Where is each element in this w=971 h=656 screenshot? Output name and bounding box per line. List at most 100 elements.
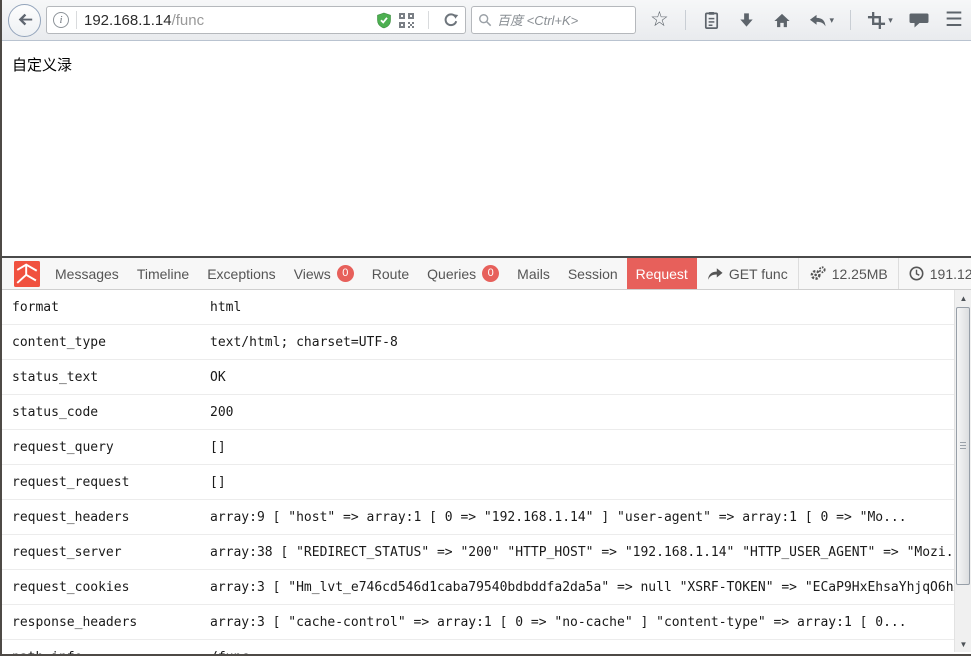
laravel-logo-icon[interactable] bbox=[14, 261, 40, 287]
tab-label: Views bbox=[294, 266, 331, 282]
scrollbar-down-icon[interactable]: ▼ bbox=[955, 636, 971, 652]
row-value: array:3 [ "Hm_lvt_e746cd546d1caba79540bd… bbox=[210, 580, 954, 595]
row-key: request_request bbox=[2, 475, 210, 490]
undo-icon[interactable] bbox=[808, 12, 827, 29]
row-key: request_query bbox=[2, 440, 210, 455]
url-text[interactable]: 192.168.1.14/func bbox=[84, 12, 376, 29]
clock-icon bbox=[909, 266, 924, 281]
tab-label: Messages bbox=[55, 266, 119, 282]
search-input[interactable] bbox=[497, 13, 629, 28]
row-key: status_text bbox=[2, 370, 210, 385]
row-value: array:9 [ "host" => array:1 [ 0 => "192.… bbox=[210, 510, 954, 525]
chat-bubble-icon[interactable] bbox=[909, 11, 929, 29]
route-label: GET func bbox=[729, 266, 788, 282]
tab-label: Exceptions bbox=[207, 266, 275, 282]
tab-mails[interactable]: Mails bbox=[508, 258, 559, 289]
row-key: request_cookies bbox=[2, 580, 210, 595]
undo-caret-icon[interactable]: ▾ bbox=[829, 15, 834, 26]
tab-timeline[interactable]: Timeline bbox=[128, 258, 198, 289]
back-button[interactable] bbox=[8, 4, 41, 37]
scrollbar[interactable]: ▲ ▼ bbox=[954, 290, 971, 652]
crop-caret-icon[interactable]: ▾ bbox=[888, 15, 893, 26]
row-value: [] bbox=[210, 475, 954, 490]
tab-request[interactable]: Request bbox=[627, 258, 697, 289]
row-key: format bbox=[2, 300, 210, 315]
route-segment: GET func bbox=[697, 258, 798, 289]
toolbar-separator-2 bbox=[850, 10, 851, 30]
table-row: status_code 200 bbox=[2, 395, 954, 430]
scrollbar-thumb[interactable] bbox=[956, 307, 970, 585]
table-row: request_headers array:9 [ "host" => arra… bbox=[2, 500, 954, 535]
reload-icon[interactable] bbox=[443, 12, 459, 28]
home-icon[interactable] bbox=[772, 11, 792, 30]
tab-badge: 0 bbox=[337, 265, 354, 282]
debugbar: Messages Timeline Exceptions Views 0 Rou… bbox=[2, 256, 971, 656]
memory-segment: 12.25MB bbox=[798, 258, 898, 289]
tab-exceptions[interactable]: Exceptions bbox=[198, 258, 284, 289]
tab-label: Queries bbox=[427, 266, 476, 282]
table-row: request_server array:38 [ "REDIRECT_STAT… bbox=[2, 535, 954, 570]
urlbar-separator-2 bbox=[428, 11, 429, 29]
tab-route[interactable]: Route bbox=[363, 258, 418, 289]
debugbar-header: Messages Timeline Exceptions Views 0 Rou… bbox=[2, 256, 971, 290]
row-value: array:38 [ "REDIRECT_STATUS" => "200" "H… bbox=[210, 545, 954, 560]
memory-usage: 12.25MB bbox=[832, 266, 888, 282]
bookmarks-panel-icon[interactable] bbox=[702, 11, 721, 30]
crop-tool-icon[interactable] bbox=[867, 11, 886, 30]
shield-security-icon[interactable] bbox=[376, 12, 392, 29]
url-bar[interactable]: i 192.168.1.14/func bbox=[46, 6, 466, 34]
request-table: format html content_type text/html; char… bbox=[2, 290, 954, 654]
tab-badge: 0 bbox=[482, 265, 499, 282]
time-segment: 191.12ms bbox=[898, 258, 971, 289]
info-icon[interactable]: i bbox=[53, 12, 69, 28]
search-box[interactable] bbox=[471, 6, 636, 34]
toolbar-separator bbox=[685, 10, 686, 30]
row-value: [] bbox=[210, 440, 954, 455]
table-row: path_info /func bbox=[2, 640, 954, 654]
tab-views[interactable]: Views 0 bbox=[285, 258, 363, 289]
tab-label: Timeline bbox=[137, 266, 189, 282]
window-left-edge bbox=[0, 0, 2, 656]
debugbar-body: format html content_type text/html; char… bbox=[2, 290, 971, 654]
url-host: 192.168.1.14 bbox=[84, 12, 172, 29]
row-value: html bbox=[210, 300, 954, 315]
debugbar-tabs: Messages Timeline Exceptions Views 0 Rou… bbox=[46, 258, 697, 289]
table-row: format html bbox=[2, 290, 954, 325]
scrollbar-up-icon[interactable]: ▲ bbox=[955, 290, 971, 306]
tab-messages[interactable]: Messages bbox=[46, 258, 128, 289]
tab-queries[interactable]: Queries 0 bbox=[418, 258, 508, 289]
tab-label: Session bbox=[568, 266, 618, 282]
search-icon bbox=[478, 13, 492, 27]
row-value: OK bbox=[210, 370, 954, 385]
table-row: status_text OK bbox=[2, 360, 954, 395]
gears-icon bbox=[809, 266, 826, 281]
url-path: /func bbox=[172, 12, 205, 29]
row-key: request_server bbox=[2, 545, 210, 560]
table-row: content_type text/html; charset=UTF-8 bbox=[2, 325, 954, 360]
download-icon[interactable] bbox=[737, 11, 756, 30]
tab-label: Mails bbox=[517, 266, 550, 282]
row-key: request_headers bbox=[2, 510, 210, 525]
browser-toolbar: i 192.168.1.14/func bbox=[0, 0, 971, 41]
table-row: request_request [] bbox=[2, 465, 954, 500]
page-text: 自定义渌 bbox=[2, 42, 969, 75]
row-value: array:3 [ "cache-control" => array:1 [ 0… bbox=[210, 615, 954, 630]
qr-code-icon[interactable] bbox=[399, 13, 414, 28]
table-row: response_headers array:3 [ "cache-contro… bbox=[2, 605, 954, 640]
share-arrow-icon bbox=[707, 267, 723, 281]
page-content: 自定义渌 bbox=[2, 42, 969, 256]
row-key: response_headers bbox=[2, 615, 210, 630]
row-value: text/html; charset=UTF-8 bbox=[210, 335, 954, 350]
bookmark-star-icon[interactable]: ☆ bbox=[650, 10, 669, 30]
tab-session[interactable]: Session bbox=[559, 258, 627, 289]
table-row: request_query [] bbox=[2, 430, 954, 465]
menu-hamburger-icon[interactable]: ☰ bbox=[945, 10, 963, 30]
tab-label: Route bbox=[372, 266, 409, 282]
request-time: 191.12ms bbox=[930, 266, 971, 282]
tab-label: Request bbox=[636, 266, 688, 282]
row-key: content_type bbox=[2, 335, 210, 350]
row-value: 200 bbox=[210, 405, 954, 420]
row-key: status_code bbox=[2, 405, 210, 420]
back-arrow-icon bbox=[16, 11, 34, 29]
urlbar-separator bbox=[76, 11, 77, 29]
